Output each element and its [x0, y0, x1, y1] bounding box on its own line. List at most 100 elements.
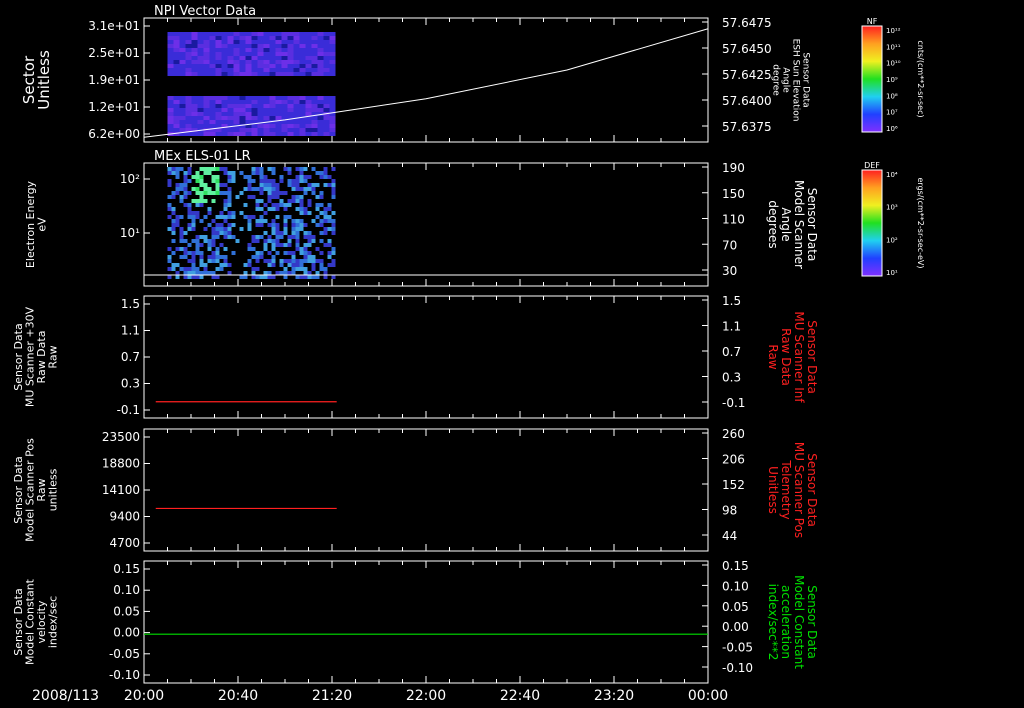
spectrogram-pixel — [283, 231, 288, 235]
spectrogram-pixel — [207, 211, 212, 215]
spectrogram-pixel — [171, 167, 176, 171]
spectrogram-pixel — [251, 124, 258, 128]
spectrogram-pixel — [311, 104, 318, 108]
spectrogram-pixel — [305, 96, 312, 100]
spectrogram-pixel — [291, 259, 296, 263]
spectrogram-pixel — [239, 227, 244, 231]
spectrogram-pixel — [327, 215, 332, 219]
spectrogram-pixel — [299, 199, 304, 203]
spectrogram-pixel — [263, 68, 270, 72]
spectrogram-pixel — [215, 36, 222, 40]
spectrogram-pixel — [251, 96, 258, 100]
spectrogram-pixel — [223, 235, 228, 239]
spectrogram-pixel — [239, 211, 244, 215]
spectrogram-pixel — [231, 175, 236, 179]
spectrogram-pixel — [303, 275, 308, 279]
y-tick-label: 1.9e+01 — [88, 73, 140, 87]
spectrogram-pixel — [179, 56, 186, 60]
spectrogram-pixel — [257, 40, 264, 44]
spectrogram-pixel — [187, 275, 192, 279]
spectrogram-pixel — [275, 183, 280, 187]
spectrogram-pixel — [317, 48, 324, 52]
spectrogram-pixel — [275, 68, 282, 72]
spectrogram-pixel — [247, 219, 252, 223]
right-tick-label: -0.05 — [722, 641, 753, 655]
spectrogram-pixel — [311, 255, 316, 259]
spectrogram-pixel — [221, 132, 228, 136]
spectrogram-pixel — [209, 100, 216, 104]
spectrogram-pixel — [175, 175, 180, 179]
spectrogram-pixel — [185, 56, 192, 60]
spectrogram-pixel — [303, 235, 308, 239]
spectrogram-pixel — [263, 44, 270, 48]
spectrogram-pixel — [271, 227, 276, 231]
spectrogram-pixel — [311, 239, 316, 243]
spectrogram-pixel — [245, 100, 252, 104]
spectrogram-pixel — [195, 171, 200, 175]
spectrogram-pixel — [275, 128, 282, 132]
y-tick-label: 3.1e+01 — [88, 19, 140, 33]
spectrogram-pixel — [303, 271, 308, 275]
spectrogram-pixel — [233, 112, 240, 116]
spectrogram-pixel — [167, 116, 174, 120]
spectrogram-pixel — [183, 183, 188, 187]
spectrogram-pixel — [167, 32, 174, 36]
spectrogram-pixel — [197, 40, 204, 44]
spectrogram-pixel — [187, 203, 192, 207]
spectrogram-pixel — [279, 231, 284, 235]
spectrogram-pixel — [291, 255, 296, 259]
spectrogram-pixel — [221, 128, 228, 132]
spectrogram-pixel — [323, 36, 330, 40]
colorbar-tick: 10¹ — [886, 269, 898, 277]
time-tick-label: 00:00 — [688, 688, 728, 704]
spectrogram-pixel — [227, 116, 234, 120]
spectrogram-pixel — [311, 56, 318, 60]
spectrogram-pixel — [207, 223, 212, 227]
spectrogram-pixel — [187, 259, 192, 263]
spectrogram-pixel — [315, 207, 320, 211]
colorbar-tick: 10³ — [886, 204, 898, 212]
spectrogram-pixel — [239, 60, 246, 64]
spectrogram-pixel — [303, 267, 308, 271]
spectrogram-pixel — [179, 215, 184, 219]
spectrogram-pixel — [329, 36, 336, 40]
spectrogram-pixel — [331, 211, 336, 215]
spectrogram-pixel — [195, 179, 200, 183]
spectrogram-pixel — [315, 203, 320, 207]
spectrogram-pixel — [331, 259, 336, 263]
spectrogram-pixel — [293, 120, 300, 124]
spectrogram-pixel — [275, 231, 280, 235]
right-tick-label: 57.6475 — [722, 16, 772, 30]
spectrogram-pixel — [185, 72, 192, 76]
spectrogram-pixel — [267, 235, 272, 239]
spectrogram-pixel — [211, 271, 216, 275]
spectrogram-pixel — [299, 247, 304, 251]
spectrogram-pixel — [319, 231, 324, 235]
spectrogram-pixel — [203, 96, 210, 100]
spectrogram-pixel — [203, 120, 210, 124]
spectrogram-pixel — [185, 52, 192, 56]
spectrogram-pixel — [211, 191, 216, 195]
spectrogram-pixel — [305, 132, 312, 136]
spectrogram-pixel — [311, 108, 318, 112]
spectrogram-pixel — [271, 219, 276, 223]
spectrogram-pixel — [281, 112, 288, 116]
spectrogram-pixel — [269, 124, 276, 128]
spectrogram-pixel — [263, 211, 268, 215]
spectrogram-pixel — [275, 203, 280, 207]
spectrogram-pixel — [307, 187, 312, 191]
spectrogram-pixel — [207, 255, 212, 259]
spectrogram-pixel — [227, 44, 234, 48]
spectrogram-pixel — [259, 183, 264, 187]
spectrogram-pixel — [275, 56, 282, 60]
spectrogram-pixel — [183, 187, 188, 191]
spectrogram-pixel — [219, 191, 224, 195]
spectrogram-pixel — [293, 48, 300, 52]
spectrogram-pixel — [179, 255, 184, 259]
spectrogram-pixel — [263, 116, 270, 120]
spectrogram-pixel — [275, 223, 280, 227]
spectrogram-pixel — [171, 191, 176, 195]
spectrogram-pixel — [227, 191, 232, 195]
spectrogram-pixel — [329, 32, 336, 36]
spectrogram-pixel — [319, 251, 324, 255]
